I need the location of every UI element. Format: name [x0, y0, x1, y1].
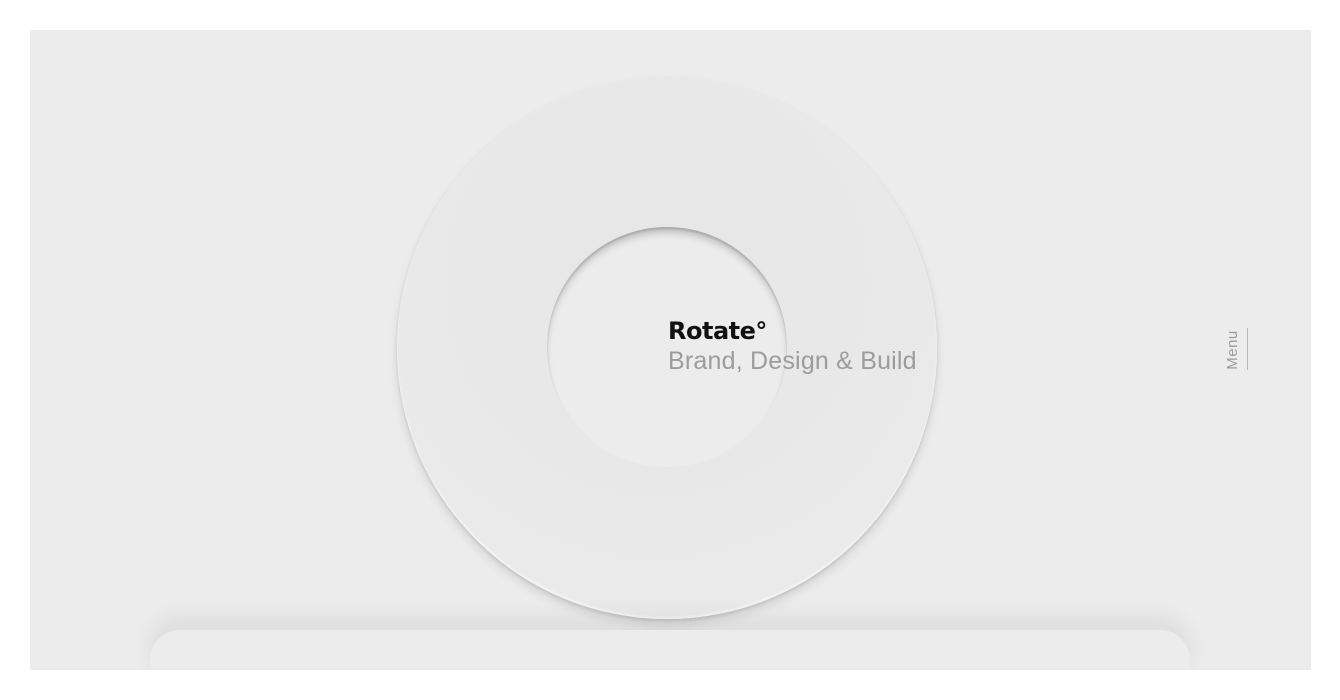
page-frame: Rotate° Brand, Design & Build Menu [30, 30, 1311, 670]
next-section-edge [150, 630, 1190, 670]
menu-underline [1247, 328, 1248, 370]
brand-tagline: Brand, Design & Build [668, 347, 917, 375]
logo-block[interactable]: Rotate° Brand, Design & Build [668, 317, 968, 377]
menu-label[interactable]: Menu [1220, 326, 1246, 374]
brand-name[interactable]: Rotate° [668, 317, 968, 345]
menu-button[interactable]: Menu [1220, 326, 1252, 374]
